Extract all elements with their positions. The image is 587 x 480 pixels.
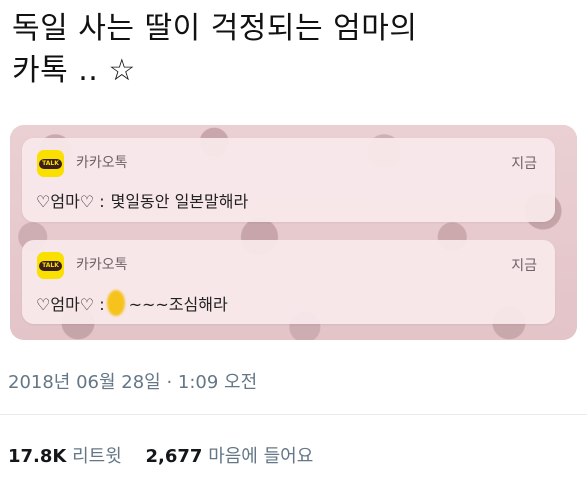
- retweets-label: 리트윗: [72, 446, 122, 467]
- tweet-text-line-2: 카톡 .. ☆: [12, 53, 136, 88]
- notification-app-name: 카카오톡: [76, 155, 128, 171]
- notification-app-name: 카카오톡: [76, 257, 128, 273]
- notification-body: 몇일동안 일본말해라: [110, 192, 249, 211]
- retweets-count: 17.8K: [8, 446, 67, 467]
- likes-label: 마음에 들어요: [208, 446, 314, 467]
- tweet-timestamp[interactable]: 2018년 06월 28일 · 1:09 오전: [8, 368, 257, 394]
- likes-stat[interactable]: 2,677 마음에 들어요: [146, 446, 314, 467]
- kakaotalk-app-icon: TALK: [37, 252, 64, 279]
- tweet-text-line-1: 독일 사는 딸이 걱정되는 엄마의: [12, 11, 418, 46]
- likes-count: 2,677: [145, 446, 203, 467]
- talk-icon-label: TALK: [39, 260, 62, 271]
- notification-time: 지금: [511, 258, 537, 274]
- notification-sender: ♡엄마♡ :: [36, 192, 105, 211]
- kakaotalk-notification[interactable]: TALK 카카오톡 지금 ♡엄마♡ : 몇일동안 일본말해라: [22, 138, 555, 222]
- tweet-stats: 17.8K 리트윗 2,677 마음에 들어요: [8, 442, 331, 468]
- divider: [0, 414, 587, 415]
- notification-sender: ♡엄마♡ :: [36, 295, 105, 314]
- kakaotalk-app-icon: TALK: [37, 150, 64, 177]
- tweet-media-image[interactable]: TALK 카카오톡 지금 ♡엄마♡ : 몇일동안 일본말해라 TALK 카카오톡…: [10, 125, 577, 340]
- censor-blur-blob: [106, 290, 125, 316]
- notification-body: ~~~조심해라: [128, 295, 228, 314]
- retweets-stat[interactable]: 17.8K 리트윗: [8, 446, 128, 467]
- notification-time: 지금: [511, 156, 537, 172]
- kakaotalk-notification[interactable]: TALK 카카오톡 지금 ♡엄마♡ : ~~~조심해라: [22, 240, 555, 324]
- notification-message: ♡엄마♡ : ~~~조심해라: [36, 290, 228, 316]
- talk-icon-label: TALK: [39, 158, 62, 169]
- notification-message: ♡엄마♡ : 몇일동안 일본말해라: [36, 188, 248, 212]
- tweet-text: 독일 사는 딸이 걱정되는 엄마의 카톡 .. ☆: [12, 8, 572, 92]
